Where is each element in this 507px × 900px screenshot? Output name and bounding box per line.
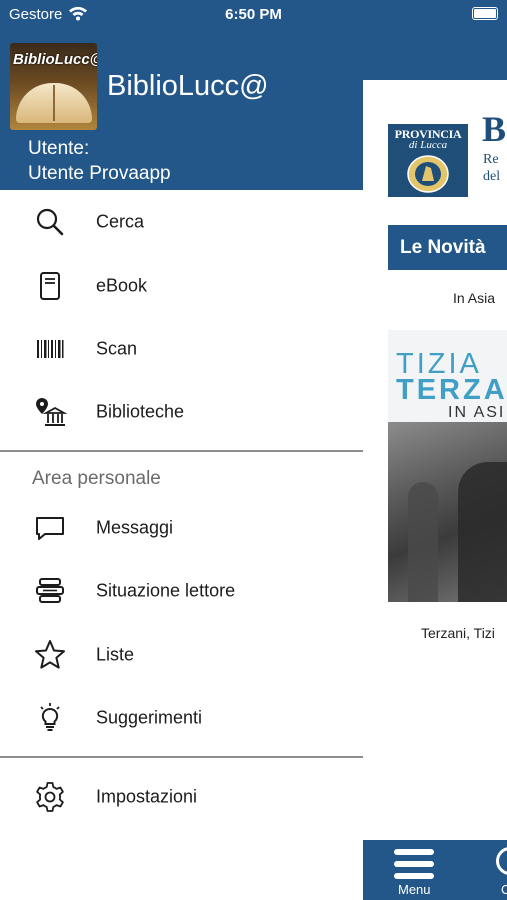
status-bar: Gestore 6:50 PM [0,0,507,30]
provincia-logo: PROVINCIA di Lucca [388,124,468,197]
barcode-icon [37,340,64,358]
battery-icon [472,7,498,20]
clock: 6:50 PM [225,6,282,23]
menu-item-liste[interactable]: Liste [0,625,363,685]
search-icon [36,208,64,236]
lightbulb-icon [40,703,60,731]
gear-icon [36,782,64,812]
divider [0,756,363,758]
ebook-icon [40,272,60,300]
app-name: BiblioLucc@ [107,70,269,102]
star-icon [35,640,65,669]
menu-item-messaggi[interactable]: Messaggi [0,498,363,558]
cover-author-surname: TERZA [396,374,507,406]
coat-of-arms-icon [407,155,449,193]
menu-item-impostazioni[interactable]: Impostazioni [0,767,363,827]
section-title-area-personale: Area personale [32,468,161,489]
tab-bar: Menu C [363,840,507,900]
menu-item-biblioteche[interactable]: Biblioteche [0,382,363,442]
menu-item-label: Liste [96,644,135,665]
cover-photo [388,422,507,602]
message-icon [36,517,64,540]
tab-second-label[interactable]: C [501,882,507,897]
menu-item-label: Cerca [96,211,145,232]
brand-subtitle-1: Re [483,152,499,167]
brand-subtitle-2: del [483,169,501,184]
divider [0,450,363,452]
tab-circle-icon[interactable] [496,847,507,875]
tab-menu-label[interactable]: Menu [398,882,431,897]
open-book-icon [16,83,92,123]
menu-item-label: Biblioteche [96,401,185,422]
user-label: Utente: [28,138,90,159]
menu-item-label: eBook [96,275,148,296]
menu-item-situazione-lettore[interactable]: Situazione lettore [0,561,363,621]
home-screen: PROVINCIA di Lucca B Re del Le Novità In… [363,0,507,900]
book-cover[interactable]: TIZIA TERZA IN ASI [388,330,507,602]
menu-icon[interactable] [394,849,434,879]
menu-item-label: Impostazioni [96,786,198,807]
reader-status-icon [36,578,64,603]
book-author: Terzani, Tizi [421,625,495,641]
library-location-icon [36,398,67,426]
menu-item-label: Suggerimenti [96,707,203,728]
menu-item-suggerimenti[interactable]: Suggerimenti [0,688,363,748]
menu-item-ebook[interactable]: eBook [0,256,363,316]
menu-item-label: Situazione lettore [96,580,236,601]
app-logo: BiblioLucc@ [10,43,97,130]
book-title[interactable]: In Asia [453,290,495,306]
novita-header[interactable]: Le Novità [388,225,507,270]
cover-title-text: IN ASI [448,404,506,421]
user-name: Utente Provaapp [28,163,171,184]
menu-item-scan[interactable]: Scan [0,319,363,379]
menu-item-cerca[interactable]: Cerca [0,192,363,252]
home-content: PROVINCIA di Lucca B Re del Le Novità In… [363,80,507,840]
side-drawer: BiblioLucc@ BiblioLucc@ Utente: Utente P… [0,0,363,900]
brand-letter: B [482,109,507,149]
menu-item-label: Scan [96,338,138,359]
menu-item-label: Messaggi [96,517,174,538]
